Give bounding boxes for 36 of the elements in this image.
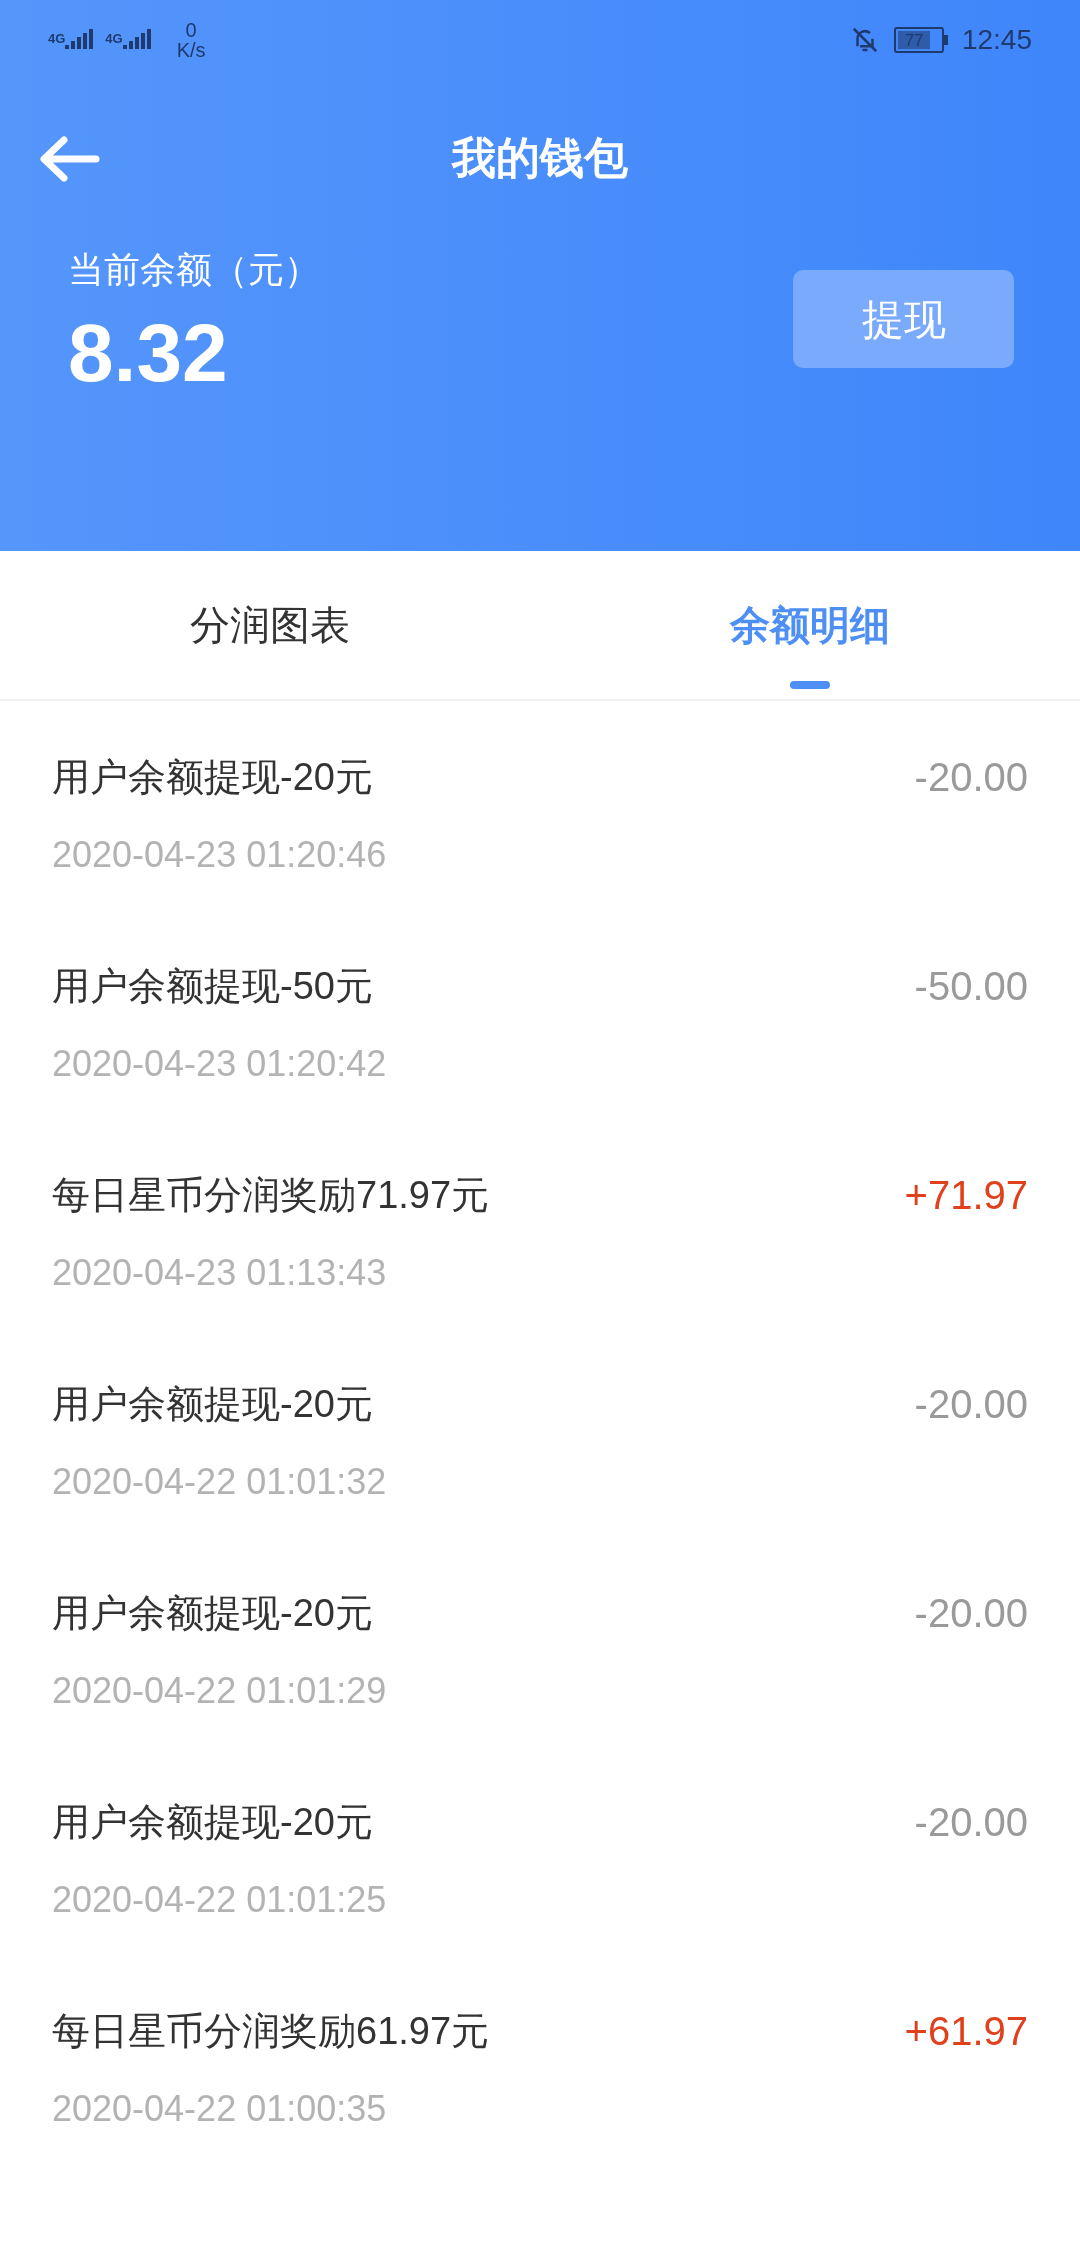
transaction-title: 每日星币分润奖励71.97元	[52, 1173, 490, 1218]
back-button[interactable]	[38, 134, 100, 184]
transaction-amount: -50.00	[914, 963, 1028, 1010]
transaction-time: 2020-04-22 01:01:32	[52, 1460, 387, 1504]
transaction-time: 2020-04-23 01:20:42	[52, 1042, 387, 1086]
balance-amount: 8.32	[68, 306, 229, 400]
transaction-title: 用户余额提现-20元	[52, 1800, 374, 1845]
battery-level: 77	[904, 31, 924, 49]
transaction-title: 每日星币分润奖励61.97元	[52, 2009, 490, 2054]
tab[interactable]: 分润图表	[0, 551, 540, 699]
transaction-time: 2020-04-23 01:20:46	[52, 833, 387, 877]
speed-unit: K/s	[176, 40, 206, 60]
signal-icon	[122, 29, 153, 51]
withdraw-button[interactable]: 提现	[793, 270, 1014, 368]
network-label: 4G	[48, 30, 66, 48]
transaction-amount: -20.00	[914, 1381, 1028, 1428]
network-label: 4G	[105, 30, 123, 48]
transaction-title: 用户余额提现-20元	[52, 1591, 374, 1636]
transaction-time: 2020-04-22 01:01:25	[52, 1878, 387, 1922]
transaction-time: 2020-04-22 01:00:35	[52, 2087, 388, 2131]
balance-label: 当前余额（元）	[68, 248, 320, 292]
transaction-title: 用户余额提现-20元	[52, 1382, 374, 1427]
transaction-title: 用户余额提现-20元	[52, 755, 374, 800]
transaction-amount: -20.00	[914, 1590, 1028, 1637]
signal-icon	[65, 29, 96, 51]
transaction-amount: +61.97	[904, 2008, 1028, 2055]
transaction-amount: -20.00	[914, 1799, 1028, 1846]
transaction-time: 2020-04-22 01:01:29	[52, 1669, 387, 1713]
speed-value: 0	[185, 20, 197, 40]
transaction-time: 2020-04-23 01:13:43	[52, 1251, 388, 1295]
transaction-amount: +71.97	[904, 1172, 1028, 1219]
clock: 12:45	[961, 23, 1032, 57]
transaction-title: 用户余额提现-50元	[52, 964, 374, 1009]
page-title: 我的钱包	[452, 131, 628, 184]
tab[interactable]: 余额明细	[540, 551, 1080, 699]
transaction-amount: -20.00	[914, 754, 1028, 801]
